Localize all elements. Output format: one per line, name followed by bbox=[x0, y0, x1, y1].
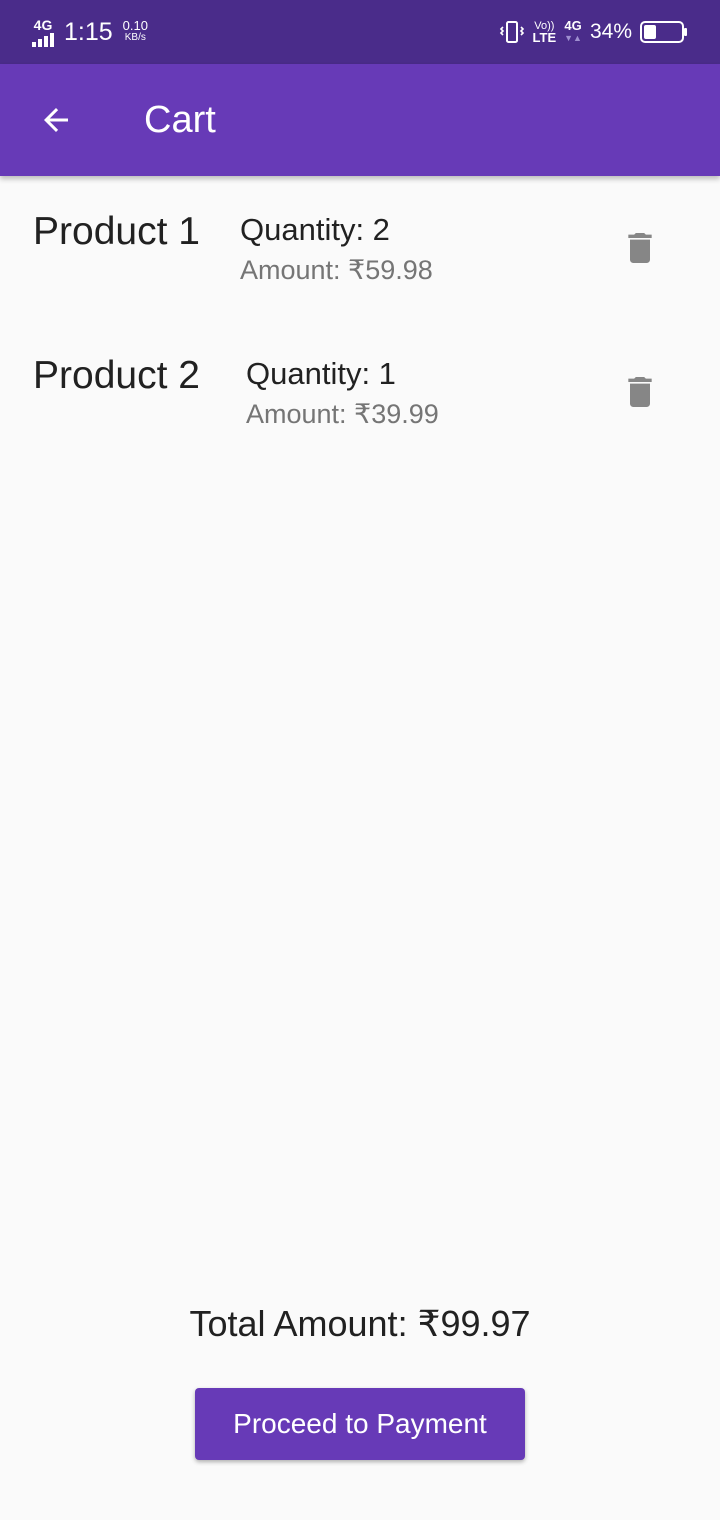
back-button[interactable] bbox=[22, 86, 90, 154]
network-type-label: 4G bbox=[33, 16, 53, 33]
signal-icon bbox=[32, 32, 54, 47]
battery-icon bbox=[640, 21, 687, 43]
network-speed-value: 0.10 bbox=[122, 18, 148, 33]
app-bar: Cart bbox=[0, 64, 720, 176]
item-amount: Amount: ₹39.99 bbox=[246, 399, 439, 429]
signal-indicator: 4G bbox=[32, 18, 54, 47]
data-network-indicator: 4G ▼▲ bbox=[564, 18, 582, 44]
cart-list: Product 1 Quantity: 2 Amount: ₹59.98 Pro… bbox=[0, 176, 720, 464]
delete-icon bbox=[628, 377, 652, 407]
battery-fill bbox=[644, 25, 656, 39]
item-quantity: Quantity: 1 bbox=[246, 356, 396, 391]
total-amount: Total Amount: ₹99.97 bbox=[189, 1303, 531, 1344]
network-speed: 0.10 KB/s bbox=[122, 18, 148, 44]
status-bar-left: 4G 1:15 0.10 KB/s bbox=[32, 14, 148, 50]
cart-item: Product 1 Quantity: 2 Amount: ₹59.98 bbox=[0, 176, 720, 320]
data-network-label: 4G bbox=[564, 18, 582, 33]
proceed-to-payment-button[interactable]: Proceed to Payment bbox=[195, 1388, 525, 1460]
page-title: Cart bbox=[144, 99, 216, 141]
product-name: Product 1 bbox=[33, 210, 200, 253]
status-time: 1:15 bbox=[64, 18, 113, 46]
vibrate-icon bbox=[499, 21, 524, 43]
status-bar-right: Vo)) LTE 4G ▼▲ 34% bbox=[499, 14, 688, 50]
status-bar: 4G 1:15 0.10 KB/s Vo)) LTE 4G ▼▲ 34% bbox=[0, 0, 720, 64]
data-activity-icon: ▼▲ bbox=[564, 33, 582, 43]
network-speed-unit: KB/s bbox=[124, 32, 146, 43]
cart-item: Product 2 Quantity: 1 Amount: ₹39.99 bbox=[0, 320, 720, 464]
delete-icon bbox=[628, 233, 652, 263]
delete-item-button[interactable] bbox=[612, 368, 668, 416]
item-amount: Amount: ₹59.98 bbox=[240, 255, 433, 285]
item-details: Quantity: 1 Amount: ₹39.99 bbox=[246, 354, 439, 434]
battery-percent: 34% bbox=[589, 20, 632, 43]
delete-item-button[interactable] bbox=[612, 224, 668, 272]
arrow-back-icon bbox=[44, 108, 68, 132]
lte-label: LTE bbox=[532, 30, 557, 45]
item-details: Quantity: 2 Amount: ₹59.98 bbox=[240, 210, 433, 290]
product-name: Product 2 bbox=[33, 354, 200, 397]
item-quantity: Quantity: 2 bbox=[240, 212, 390, 247]
volte-indicator: Vo)) LTE bbox=[533, 20, 557, 44]
